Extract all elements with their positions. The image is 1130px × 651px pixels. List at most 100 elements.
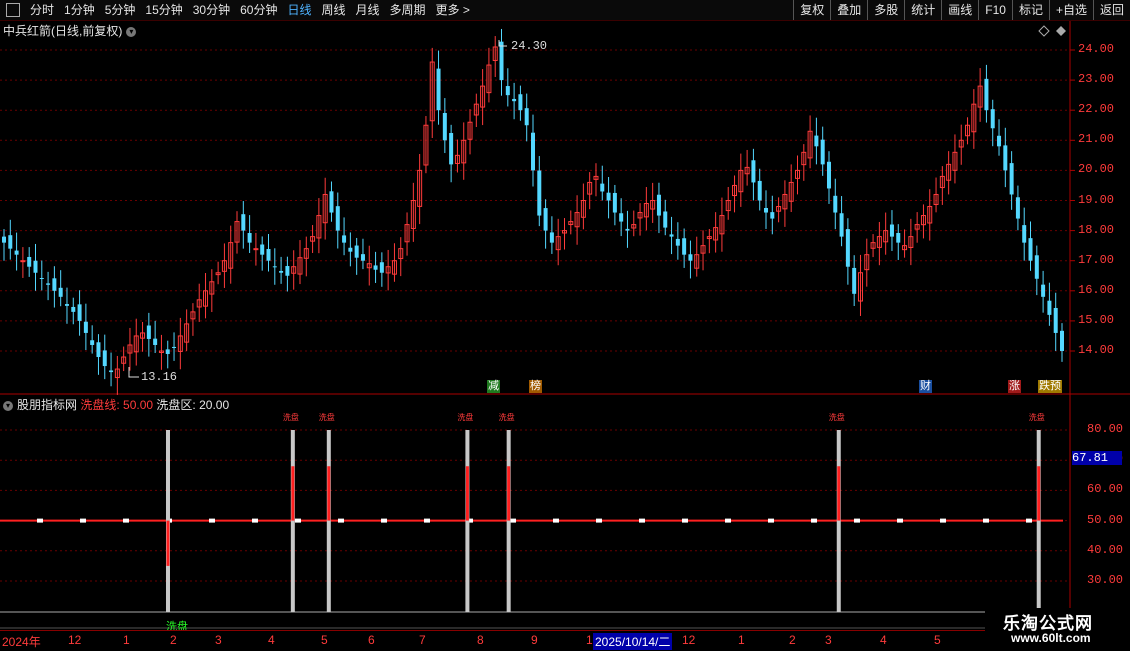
candle (883, 212, 889, 255)
time-label: 1 (738, 633, 745, 647)
candle (329, 181, 334, 222)
time-label: 7 (419, 633, 426, 647)
time-label: 2 (789, 633, 796, 647)
candle (342, 217, 347, 256)
wash-line-marker (123, 518, 129, 523)
candle (71, 297, 76, 325)
candle (127, 327, 133, 371)
candle (914, 212, 920, 243)
wash-line-marker (897, 518, 903, 523)
badge-rise[interactable]: 涨 (1008, 380, 1021, 393)
candle (146, 312, 151, 357)
diamond-filled-icon[interactable] (1056, 26, 1066, 36)
wash-line-marker (940, 518, 946, 523)
candle (1022, 207, 1027, 261)
time-axis: 2024年 12 1 2 3 4 5 6 7 8 9 1 2025/10/14/… (0, 630, 985, 651)
badge-rank[interactable]: 榜 (529, 380, 542, 393)
wash-line-value: 50.00 (123, 398, 154, 412)
time-label: 5 (934, 633, 941, 647)
chevron-down-icon[interactable]: ▾ (3, 400, 13, 411)
candle (643, 187, 649, 231)
candle (512, 82, 517, 120)
candle (505, 68, 510, 107)
candle (391, 243, 397, 282)
wash-line-label: 洗盘线: (80, 398, 120, 412)
candle (593, 163, 599, 197)
candle (568, 210, 574, 235)
candle (820, 126, 825, 176)
diamond-icon[interactable] (1038, 25, 1050, 37)
candle (757, 168, 762, 211)
wash-line-marker (682, 518, 688, 523)
time-label: 4 (268, 633, 275, 647)
indicator-axis-label: 40.00 (1087, 542, 1124, 557)
spike-label: 洗盘 (1028, 413, 1045, 422)
time-label: 2024年 (2, 635, 41, 649)
candle (234, 211, 240, 254)
candle (663, 199, 668, 236)
price-axis-label: 17.00 (1078, 252, 1115, 267)
time-label: 9 (531, 633, 538, 647)
wash-zone-value: 20.00 (199, 398, 230, 412)
wash-line-marker (1026, 518, 1032, 523)
badge-finance[interactable]: 财 (919, 380, 932, 393)
price-axis-label: 21.00 (1078, 132, 1115, 147)
candle (833, 178, 838, 230)
candle (625, 210, 630, 248)
time-label: 2 (170, 633, 177, 647)
price-axis-label: 15.00 (1078, 312, 1115, 327)
candle (348, 232, 353, 267)
candle (619, 198, 624, 237)
candle (587, 172, 593, 210)
time-label: 1 (586, 633, 593, 647)
candle (839, 196, 844, 247)
candle (449, 124, 454, 183)
candle (908, 218, 914, 266)
candle (20, 247, 26, 278)
candle (2, 229, 6, 261)
candle (788, 164, 794, 213)
kline-chart (0, 21, 1130, 630)
candle (555, 218, 561, 266)
candle (1015, 185, 1020, 231)
candle (247, 215, 252, 254)
candle (580, 183, 586, 230)
time-label: 12 (682, 633, 696, 647)
badge-reduce[interactable]: 减 (487, 380, 500, 393)
candle (297, 240, 303, 285)
candle (253, 232, 259, 266)
indicator-axis-label: 80.00 (1087, 422, 1124, 436)
price-axis-label: 18.00 (1078, 222, 1115, 237)
candle (694, 236, 700, 277)
wash-spike (326, 430, 331, 612)
time-label: 3 (825, 633, 832, 647)
candle (165, 340, 170, 369)
candle (379, 252, 384, 287)
candle (492, 36, 498, 78)
spike-label: 洗盘 (498, 413, 515, 422)
low-price-label: 13.16 (141, 370, 178, 384)
candle (27, 247, 32, 277)
wash-zone-label: 洗盘区: (156, 398, 196, 412)
watermark-url: www.60lt.com (1011, 631, 1091, 645)
candle (549, 216, 554, 254)
indicator-current-value: 67.81 (1072, 451, 1122, 465)
candle (260, 236, 265, 271)
candle (423, 116, 429, 174)
candle (153, 320, 158, 353)
badge-fall-forecast[interactable]: 跌预 (1038, 380, 1062, 393)
candle (316, 198, 322, 254)
candle (291, 250, 297, 290)
candle (984, 64, 989, 123)
time-label: 3 (215, 633, 222, 647)
candle (172, 332, 177, 361)
candle (1060, 323, 1064, 362)
candle (373, 251, 378, 283)
candle (241, 201, 246, 249)
wash-line-marker (295, 518, 301, 523)
indicator-title: ▾ 股朋指标网 洗盘线: 50.00 洗盘区: 20.00 (3, 396, 229, 413)
candle (631, 210, 637, 237)
candle (977, 68, 983, 122)
candle (675, 222, 680, 260)
wash-spike (1036, 430, 1041, 612)
